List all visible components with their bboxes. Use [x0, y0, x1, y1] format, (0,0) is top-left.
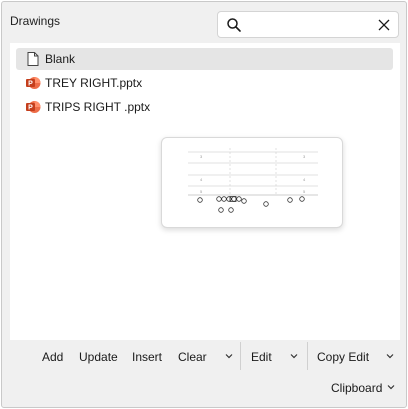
clear-button[interactable]: Clear — [178, 348, 207, 366]
list-item-label: TRIPS RIGHT .pptx — [45, 100, 151, 114]
svg-text:P: P — [28, 105, 33, 112]
list-item-label: Blank — [45, 52, 76, 66]
update-button[interactable]: Update — [79, 348, 118, 366]
drawings-list: Blank P TREY RIGHT.pptx P TRIPS RIGHT .p… — [10, 43, 400, 340]
svg-text:P: P — [28, 81, 33, 88]
search-box[interactable] — [217, 11, 399, 38]
list-item[interactable]: Blank — [16, 48, 393, 70]
drawing-thumbnail: 3 3 4 4 5 5 — [188, 148, 318, 213]
svg-text:4: 4 — [200, 177, 203, 182]
svg-text:3: 3 — [200, 154, 203, 159]
list-item[interactable]: P TRIPS RIGHT .pptx — [16, 96, 393, 118]
edit-button[interactable]: Edit — [251, 348, 272, 366]
svg-text:5: 5 — [200, 189, 203, 194]
close-icon[interactable] — [377, 18, 391, 32]
search-input[interactable] — [246, 15, 366, 34]
chevron-down-icon[interactable] — [385, 351, 395, 361]
chevron-down-icon[interactable] — [386, 382, 396, 392]
panel-title: Drawings — [10, 14, 61, 28]
toolbar-separator — [240, 342, 241, 370]
list-item[interactable]: P TREY RIGHT.pptx — [16, 72, 393, 94]
insert-button[interactable]: Insert — [132, 348, 162, 366]
add-button[interactable]: Add — [42, 348, 63, 366]
clipboard-button[interactable]: Clipboard — [331, 379, 382, 397]
powerpoint-icon: P — [26, 101, 41, 113]
svg-text:4: 4 — [303, 177, 306, 182]
svg-text:3: 3 — [303, 154, 306, 159]
search-icon — [227, 18, 241, 32]
chevron-down-icon[interactable] — [224, 351, 234, 361]
list-item-label: TREY RIGHT.pptx — [45, 76, 143, 90]
copy-edit-button[interactable]: Copy Edit — [317, 348, 369, 366]
action-toolbar: Add Update Insert Clear Edit Copy Edit — [2, 341, 406, 371]
chevron-down-icon[interactable] — [289, 351, 299, 361]
drawing-preview: 3 3 4 4 5 5 — [161, 137, 343, 228]
powerpoint-icon: P — [26, 77, 41, 89]
toolbar-separator — [307, 342, 308, 370]
drawings-panel: Drawings Blank P TREY RIGHT.pptx P TRIPS… — [1, 1, 407, 408]
svg-text:5: 5 — [303, 189, 306, 194]
panel-header: Drawings — [2, 2, 406, 42]
blank-document-icon — [27, 52, 39, 66]
secondary-toolbar: Clipboard — [2, 372, 406, 402]
